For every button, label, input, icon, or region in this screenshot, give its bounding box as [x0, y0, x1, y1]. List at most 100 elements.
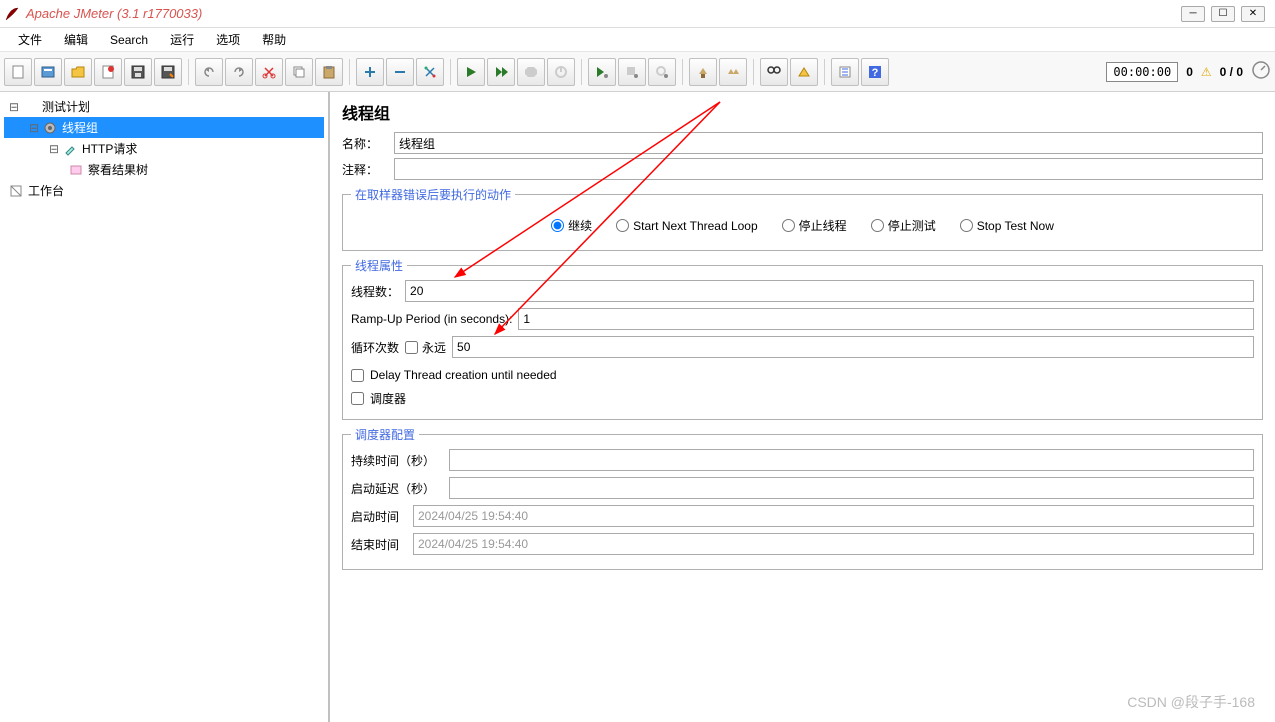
thread-props-legend: 线程属性 — [351, 257, 407, 274]
close-button[interactable]: ✕ — [1241, 6, 1265, 22]
warning-icon: ⚠ — [1201, 65, 1212, 79]
close-file-button[interactable] — [94, 58, 122, 86]
open-button[interactable] — [64, 58, 92, 86]
radio-stop-thread[interactable]: 停止线程 — [782, 217, 847, 234]
expand-button[interactable] — [356, 58, 384, 86]
tree-label: 线程组 — [62, 119, 98, 136]
radio-next-loop[interactable]: Start Next Thread Loop — [616, 217, 758, 234]
test-plan-tree[interactable]: ⊟ 测试计划 ⊟ 线程组 ⊟ HTTP请求 察看结果树 工作台 — [0, 92, 330, 722]
scheduler-legend: 调度器配置 — [351, 426, 419, 443]
name-label: 名称： — [342, 135, 394, 152]
thread-group-icon — [42, 120, 58, 136]
tree-toggle-icon[interactable]: ⊟ — [48, 142, 60, 156]
duration-label: 持续时间（秒） — [351, 452, 443, 469]
delay-thread-checkbox[interactable]: Delay Thread creation until needed — [351, 368, 1254, 382]
start-time-label: 启动时间 — [351, 508, 407, 525]
radio-stop-test[interactable]: 停止测试 — [871, 217, 936, 234]
start-button[interactable] — [457, 58, 485, 86]
active-threads: 0 — [1186, 65, 1193, 79]
scheduler-checkbox[interactable]: 调度器 — [351, 390, 1254, 407]
error-action-legend: 在取样器错误后要执行的动作 — [351, 186, 515, 203]
menubar: 文件 编辑 Search 运行 选项 帮助 — [0, 28, 1275, 52]
remote-stop-button[interactable] — [618, 58, 646, 86]
threads-input[interactable] — [405, 280, 1254, 302]
svg-text:?: ? — [872, 67, 879, 79]
loop-label: 循环次数 — [351, 339, 399, 356]
tree-node-test-plan[interactable]: ⊟ 测试计划 — [4, 96, 324, 117]
maximize-button[interactable]: ☐ — [1211, 6, 1235, 22]
scheduler-config-group: 调度器配置 持续时间（秒） 启动延迟（秒） 启动时间 结束时间 — [342, 426, 1263, 570]
redo-button[interactable] — [225, 58, 253, 86]
undo-button[interactable] — [195, 58, 223, 86]
error-action-group: 在取样器错误后要执行的动作 继续 Start Next Thread Loop … — [342, 186, 1263, 251]
shutdown-button[interactable] — [547, 58, 575, 86]
window-title: Apache JMeter (3.1 r1770033) — [26, 6, 1181, 21]
collapse-button[interactable] — [386, 58, 414, 86]
comment-label: 注释： — [342, 161, 394, 178]
tree-node-http-request[interactable]: ⊟ HTTP请求 — [4, 138, 324, 159]
thread-group-panel: 线程组 名称： 注释： 在取样器错误后要执行的动作 继续 Start Next … — [330, 92, 1275, 722]
clear-all-button[interactable] — [719, 58, 747, 86]
radio-stop-now[interactable]: Stop Test Now — [960, 217, 1054, 234]
panel-title: 线程组 — [342, 100, 1263, 124]
startup-delay-input[interactable] — [449, 477, 1254, 499]
duration-input[interactable] — [449, 449, 1254, 471]
menu-search[interactable]: Search — [100, 31, 158, 49]
comment-input[interactable] — [394, 158, 1263, 180]
startup-delay-label: 启动延迟（秒） — [351, 480, 443, 497]
copy-button[interactable] — [285, 58, 313, 86]
gauge-icon — [1251, 60, 1271, 83]
tree-label: HTTP请求 — [82, 140, 137, 157]
reset-search-button[interactable] — [790, 58, 818, 86]
end-time-label: 结束时间 — [351, 536, 407, 553]
loop-input[interactable] — [452, 336, 1254, 358]
menu-run[interactable]: 运行 — [160, 29, 204, 50]
titlebar: Apache JMeter (3.1 r1770033) ─ ☐ ✕ — [0, 0, 1275, 28]
start-no-pause-button[interactable] — [487, 58, 515, 86]
rampup-label: Ramp-Up Period (in seconds): — [351, 312, 512, 326]
radio-continue[interactable]: 继续 — [551, 217, 592, 234]
menu-help[interactable]: 帮助 — [252, 29, 296, 50]
end-time-input[interactable] — [413, 533, 1254, 555]
paste-button[interactable] — [315, 58, 343, 86]
flask-icon — [22, 99, 38, 115]
app-icon — [4, 6, 20, 22]
templates-button[interactable] — [34, 58, 62, 86]
menu-edit[interactable]: 编辑 — [54, 29, 98, 50]
pipette-icon — [62, 141, 78, 157]
tree-toggle-icon[interactable]: ⊟ — [28, 121, 40, 135]
thread-properties-group: 线程属性 线程数： Ramp-Up Period (in seconds): 循… — [342, 257, 1263, 420]
tree-node-view-results[interactable]: 察看结果树 — [4, 159, 324, 180]
tree-node-thread-group[interactable]: ⊟ 线程组 — [4, 117, 324, 138]
tree-label: 察看结果树 — [88, 161, 148, 178]
tree-label: 工作台 — [28, 182, 64, 199]
help-button[interactable]: ? — [861, 58, 889, 86]
function-helper-button[interactable] — [831, 58, 859, 86]
menu-options[interactable]: 选项 — [206, 29, 250, 50]
remote-start-button[interactable] — [588, 58, 616, 86]
search-button[interactable] — [760, 58, 788, 86]
threads-label: 线程数： — [351, 283, 399, 300]
results-tree-icon — [68, 162, 84, 178]
menu-file[interactable]: 文件 — [8, 29, 52, 50]
tree-toggle-icon[interactable]: ⊟ — [8, 100, 20, 114]
tree-node-workbench[interactable]: 工作台 — [4, 180, 324, 201]
timer-display: 00:00:00 — [1106, 62, 1178, 82]
clear-button[interactable] — [689, 58, 717, 86]
save-as-button[interactable] — [154, 58, 182, 86]
name-input[interactable] — [394, 132, 1263, 154]
tree-label: 测试计划 — [42, 98, 90, 115]
workbench-icon — [8, 183, 24, 199]
new-button[interactable] — [4, 58, 32, 86]
thread-count: 0 / 0 — [1220, 65, 1243, 79]
forever-checkbox[interactable]: 永远 — [405, 339, 446, 356]
toggle-button[interactable] — [416, 58, 444, 86]
rampup-input[interactable] — [518, 308, 1254, 330]
remote-shutdown-button[interactable] — [648, 58, 676, 86]
start-time-input[interactable] — [413, 505, 1254, 527]
save-button[interactable] — [124, 58, 152, 86]
toolbar: ? 00:00:00 0 ⚠ 0 / 0 — [0, 52, 1275, 92]
stop-button[interactable] — [517, 58, 545, 86]
cut-button[interactable] — [255, 58, 283, 86]
minimize-button[interactable]: ─ — [1181, 6, 1205, 22]
